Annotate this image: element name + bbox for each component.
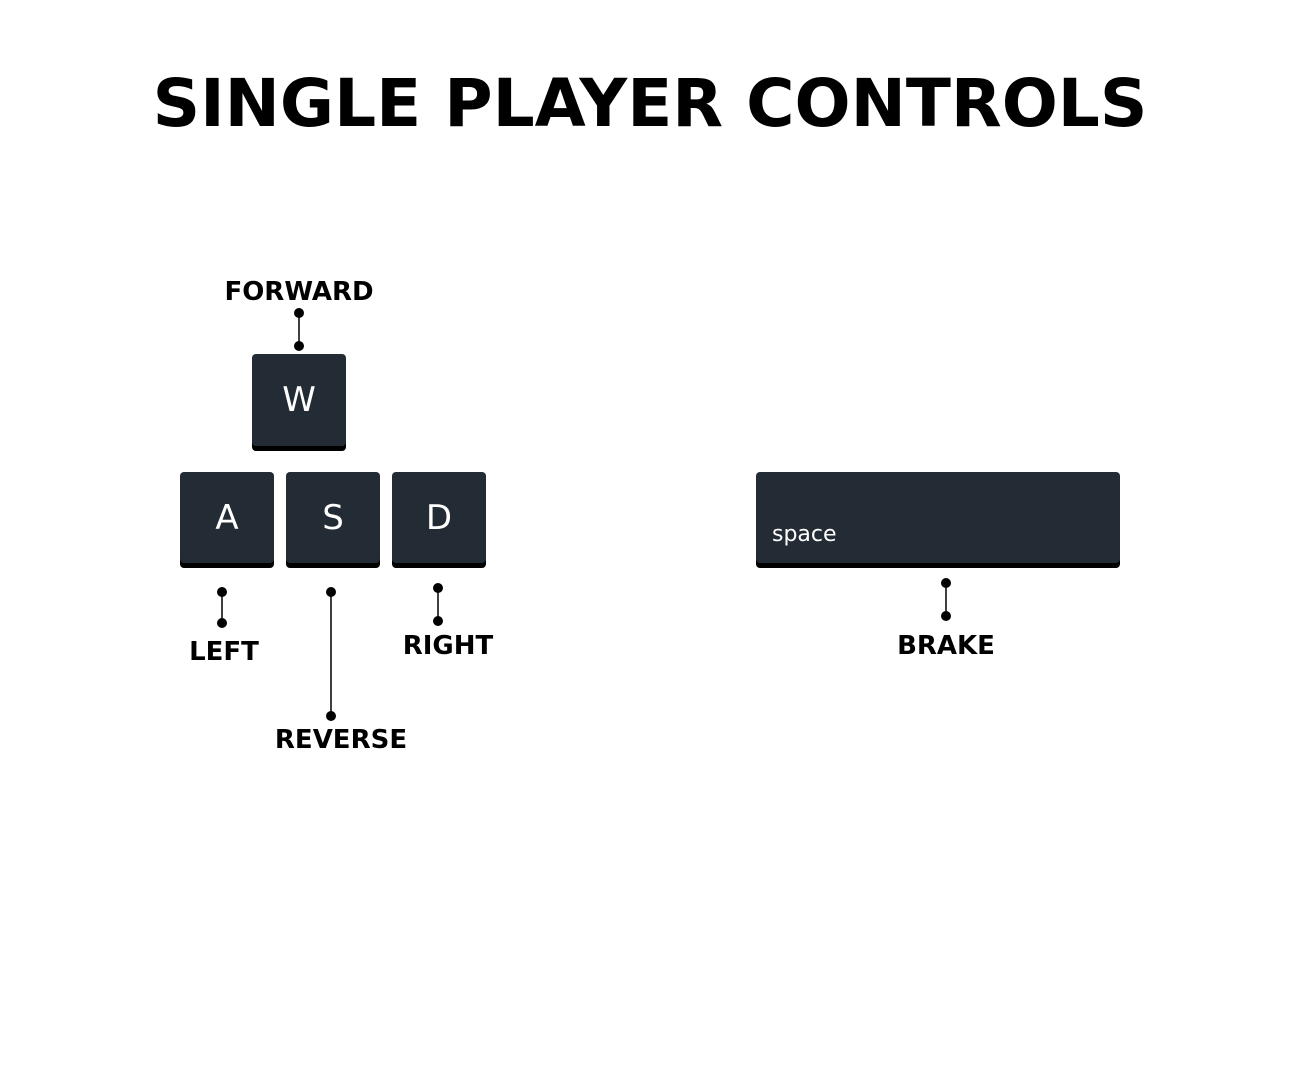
connector-forward <box>294 308 304 351</box>
connector-left <box>217 587 227 628</box>
connector-right <box>433 583 443 626</box>
label-right: RIGHT <box>402 631 494 661</box>
key-w[interactable]: W <box>252 354 346 446</box>
key-space[interactable]: space <box>756 472 1120 563</box>
key-w-cap: W <box>282 380 316 420</box>
key-s[interactable]: S <box>286 472 380 563</box>
key-d[interactable]: D <box>392 472 486 563</box>
connector-brake <box>941 578 951 621</box>
key-s-cap: S <box>322 497 344 538</box>
page-title: SINGLE PLAYER CONTROLS <box>152 65 1148 142</box>
label-forward: FORWARD <box>224 277 374 307</box>
key-a[interactable]: A <box>180 472 274 563</box>
label-reverse: REVERSE <box>274 725 408 755</box>
key-d-cap: D <box>425 497 453 538</box>
connector-reverse <box>326 587 336 721</box>
key-a-cap: A <box>215 497 239 538</box>
label-left: LEFT <box>189 637 259 667</box>
key-space-cap: space <box>772 522 837 547</box>
label-brake: BRAKE <box>897 631 995 661</box>
